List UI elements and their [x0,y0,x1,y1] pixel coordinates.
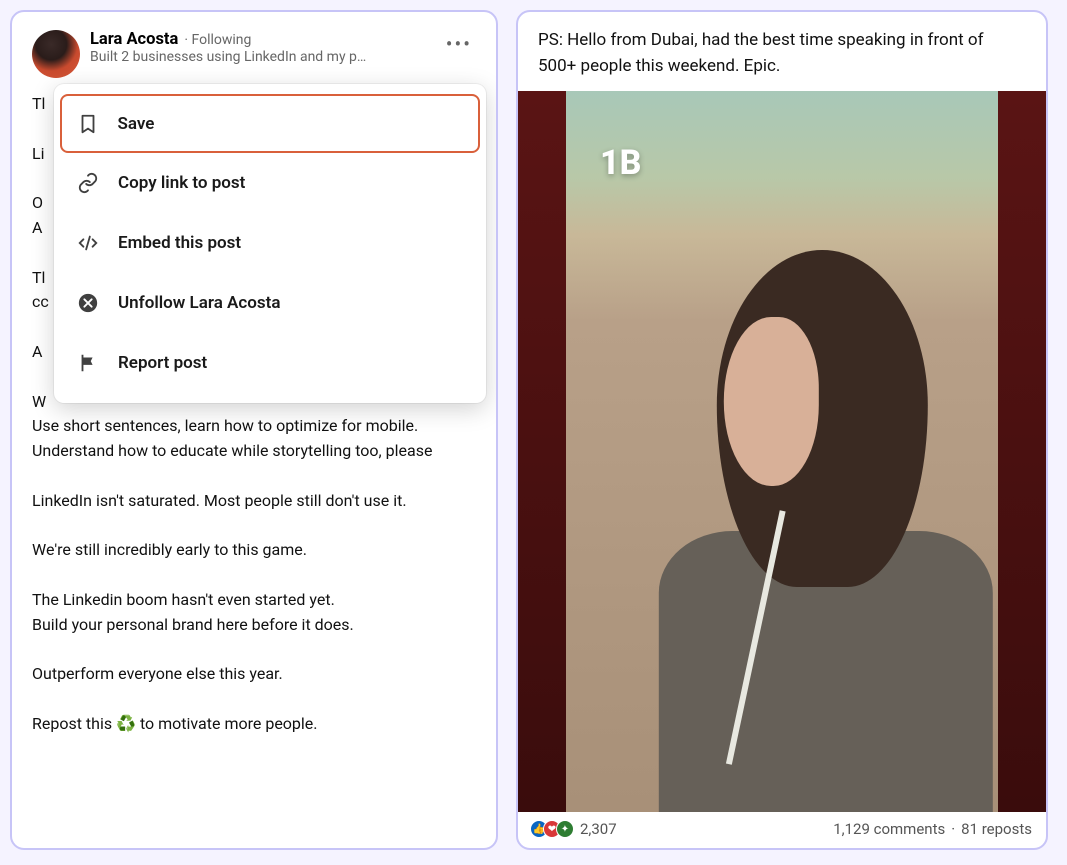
menu-copy-label: Copy link to post [118,173,245,193]
engagement-bar: 👍 ❤ ✦ 2,307 1,129 comments · 81 reposts [518,812,1046,848]
post-card-right: PS: Hello from Dubai, had the best time … [516,10,1048,850]
menu-save[interactable]: Save [60,94,480,153]
comments-count[interactable]: 1,129 comments [833,820,945,838]
post-more-button[interactable]: ••• [442,30,476,58]
code-icon [76,231,100,255]
image-content [566,91,999,812]
image-overlay-text: 1B [600,143,641,183]
right-caption: PS: Hello from Dubai, had the best time … [518,12,1046,91]
reactions[interactable]: 👍 ❤ ✦ 2,307 [530,820,617,838]
flag-icon [76,351,100,375]
post-options-dropdown: Save Copy link to post Embed this post U… [54,84,486,403]
close-circle-icon [76,291,100,315]
menu-copy-link[interactable]: Copy link to post [60,153,480,213]
menu-save-label: Save [118,114,155,134]
image-pillar-left [518,91,566,812]
menu-report-label: Report post [118,353,207,373]
menu-unfollow[interactable]: Unfollow Lara Acosta [60,273,480,333]
person-silhouette [644,250,1008,812]
bookmark-icon [76,112,100,136]
author-name[interactable]: Lara Acosta [90,30,178,49]
post-card-left: Lara Acosta · Following Built 2 business… [10,10,498,850]
reposts-count[interactable]: 81 reposts [961,820,1032,838]
author-following-label: · Following [184,32,251,48]
author-block: Lara Acosta · Following Built 2 business… [90,30,432,65]
post-image[interactable]: 1B [518,91,1046,812]
link-icon [76,171,100,195]
reaction-icons: 👍 ❤ ✦ [530,820,574,838]
post-header: Lara Acosta · Following Built 2 business… [32,30,476,78]
menu-report[interactable]: Report post [60,333,480,393]
author-subtitle: Built 2 businesses using LinkedIn and my… [90,49,410,65]
menu-unfollow-label: Unfollow Lara Acosta [118,293,280,313]
reactions-count: 2,307 [580,820,617,838]
author-avatar[interactable] [32,30,80,78]
dot-separator: · [951,820,955,838]
menu-embed[interactable]: Embed this post [60,213,480,273]
celebrate-icon: ✦ [556,820,574,838]
menu-embed-label: Embed this post [118,233,241,253]
